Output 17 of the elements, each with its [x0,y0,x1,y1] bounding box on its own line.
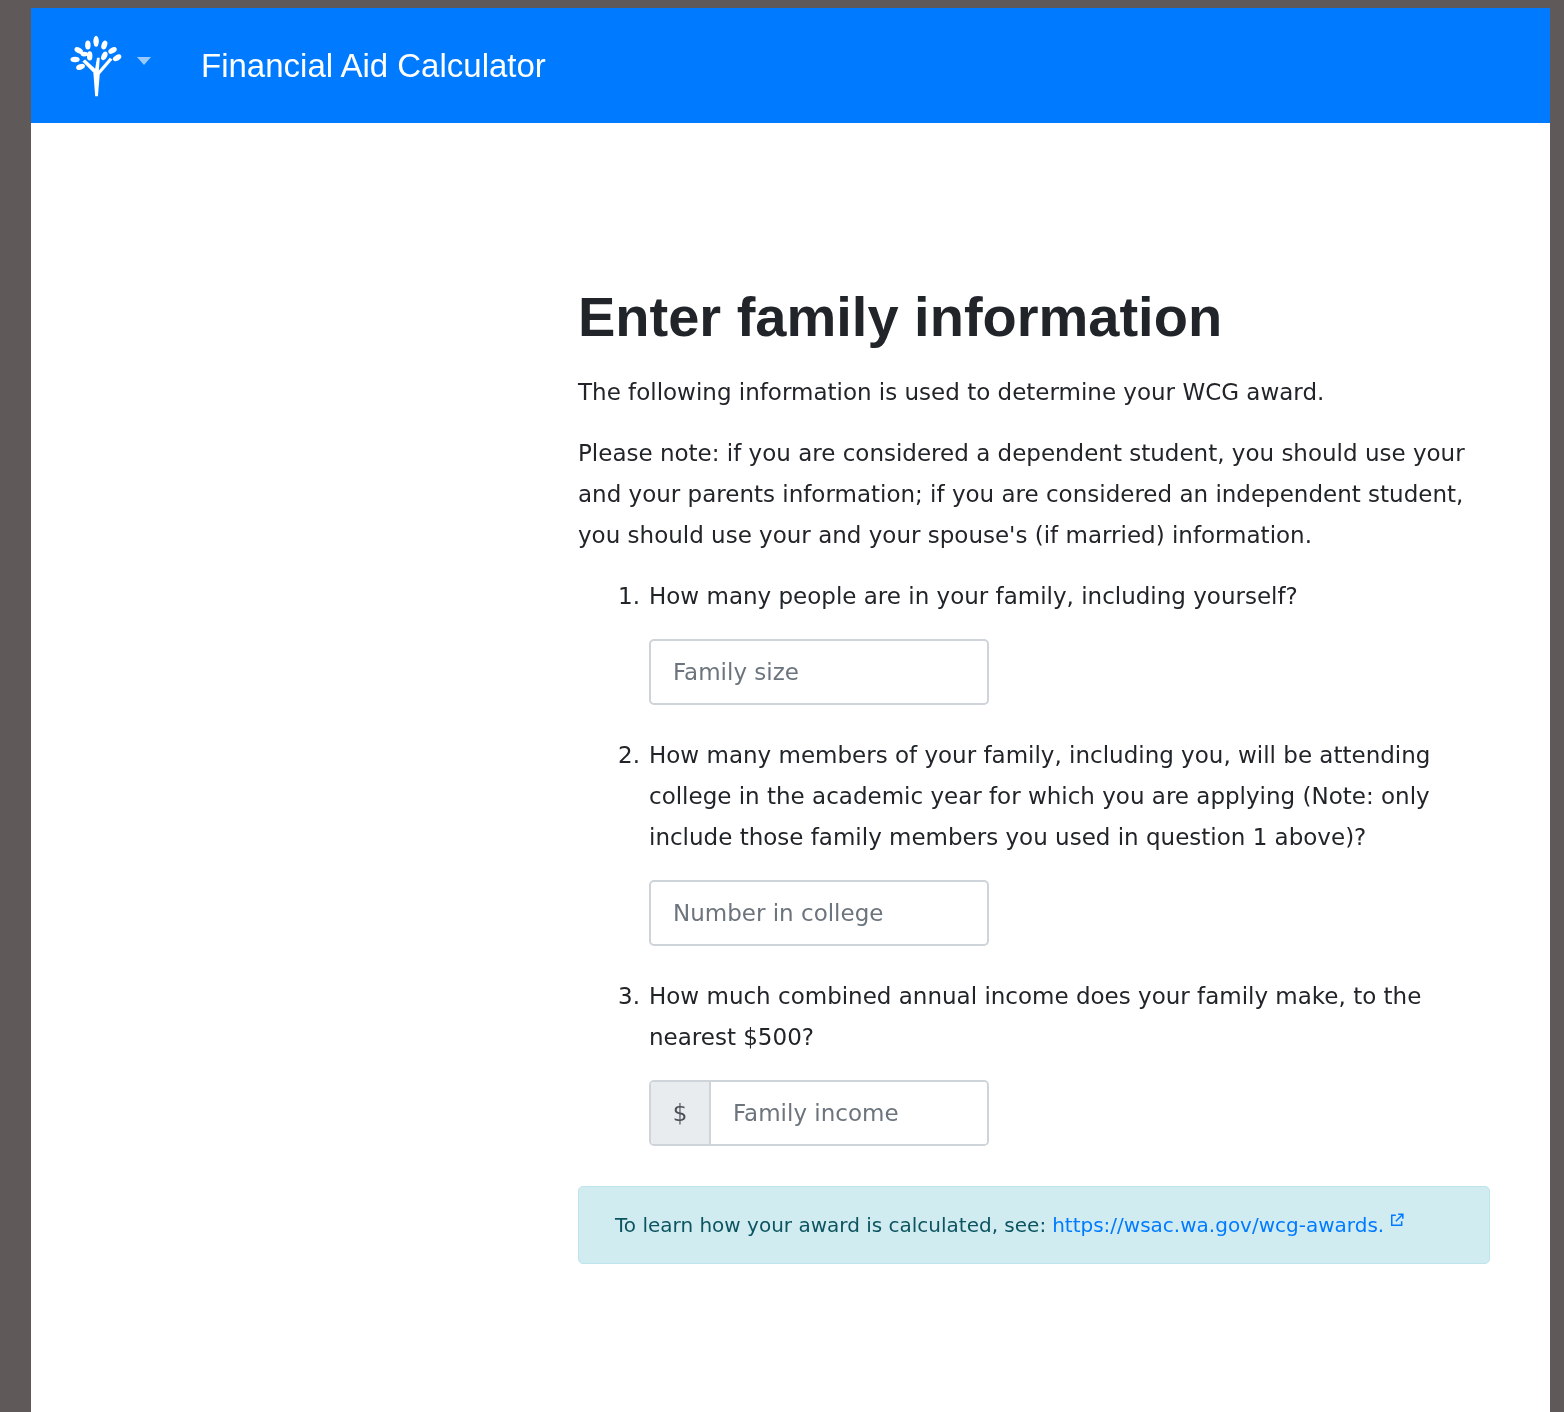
number-field[interactable]: Family size [649,639,989,706]
note-text: Please note: if you are considered a dependent student, you should use your and your parents information; if you are considered an independent student, you should use your and your spouse's (if married) information. [578,439,1466,551]
external-link-icon [1390,1213,1405,1228]
question-number: 2. [618,741,641,771]
app-title: Financial Aid Calculator [201,46,546,85]
question-number: 3. [618,982,641,1012]
question-text: How many members of your family, including you, will be attending college in the academic year for which you are applying (Note: only include those family members you used in question 1 above)? [649,741,1432,853]
number-field[interactable]: Number in college [649,880,989,947]
question-text: How many people are in your family, including yourself? [649,582,1299,612]
question-number: 1. [618,582,641,612]
question-text: How much combined annual income does your family make, to the nearest $500? [649,982,1423,1053]
income-field[interactable]: $ Family income [649,1080,989,1147]
intro-text: The following information is used to determine your WCG award. [578,378,1326,408]
currency-prefix: $ [651,1082,711,1145]
caret-icon[interactable] [137,56,151,65]
page-heading: Enter family information [578,284,1224,350]
alert-text: To learn how your award is calculated, see: [615,1213,1047,1238]
